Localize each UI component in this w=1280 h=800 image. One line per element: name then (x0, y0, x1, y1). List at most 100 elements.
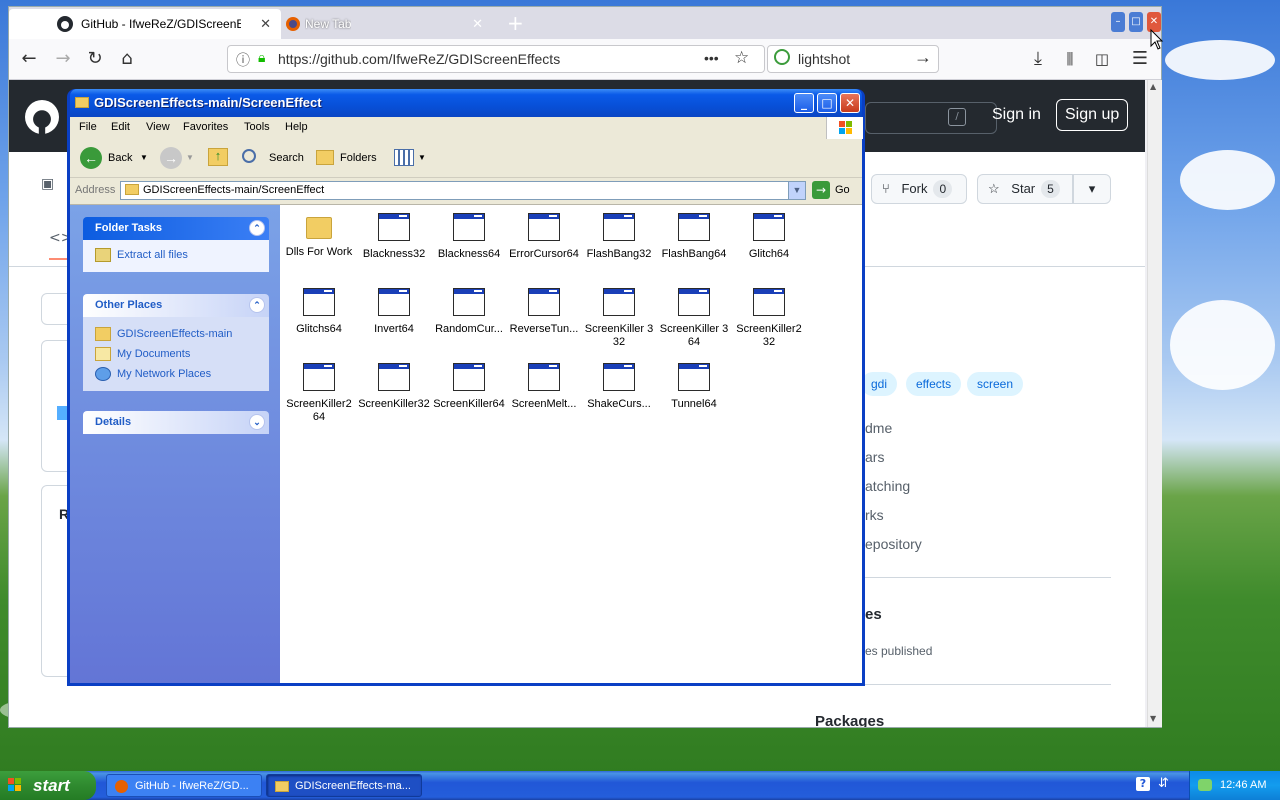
safely-remove-icon[interactable]: ⇵ (1158, 776, 1169, 791)
up-folder-button[interactable]: ↑ (208, 146, 232, 170)
address-value[interactable]: GDIScreenEffects-main/ScreenEffect (143, 182, 324, 199)
report-repository-link[interactable]: epository (865, 536, 922, 552)
info-icon[interactable]: ⓘ (236, 50, 250, 70)
forks-link[interactable]: rks (865, 507, 884, 523)
back-icon[interactable]: ← (17, 47, 41, 71)
taskbar-item-explorer[interactable]: GDIScreenEffects-ma... (266, 774, 422, 797)
sign-in-link[interactable]: Sign in (992, 106, 1041, 124)
menu-favorites[interactable]: Favorites (183, 121, 228, 133)
search-input[interactable]: lightshot (798, 51, 850, 67)
menu-view[interactable]: View (146, 121, 170, 133)
url-text[interactable]: https://github.com/IfweReZ/GDIScreenEffe… (278, 51, 560, 67)
file-item[interactable]: ScreenKiller 3 32 (582, 288, 656, 349)
file-item[interactable]: ScreenKiller2 64 (282, 363, 356, 424)
page-scrollbar[interactable]: ▲ ▼ (1147, 80, 1162, 727)
file-item[interactable]: FlashBang32 (582, 213, 656, 261)
tab-new-tab[interactable]: New Tab ✕ (281, 9, 493, 39)
file-item[interactable]: Invert64 (357, 288, 431, 336)
page-actions-icon[interactable]: ••• (704, 50, 719, 66)
file-item[interactable]: Tunnel64 (657, 363, 731, 411)
close-tab-icon[interactable]: ✕ (472, 9, 483, 39)
details-header[interactable]: Details ⌄ (83, 411, 269, 434)
star-dropdown[interactable]: ▾ (1073, 174, 1111, 204)
new-tab-button[interactable]: + (507, 9, 527, 37)
fork-button[interactable]: ⑂ Fork 0 (871, 174, 967, 204)
sidebar-icon[interactable]: ◫ (1090, 47, 1114, 71)
file-item[interactable]: Glitch64 (732, 213, 806, 261)
network-icon[interactable] (1198, 779, 1212, 791)
file-item[interactable]: ScreenKiller32 (357, 363, 431, 411)
help-icon[interactable]: ? (1136, 777, 1150, 791)
bookmark-star-icon[interactable]: ☆ (734, 48, 749, 68)
close-tab-icon[interactable]: ✕ (260, 9, 271, 39)
place-link-my-network-places[interactable]: My Network Places (95, 365, 269, 385)
file-item[interactable]: ReverseTun... (507, 288, 581, 336)
file-item[interactable]: ScreenKiller64 (432, 363, 506, 411)
menu-edit[interactable]: Edit (111, 121, 130, 133)
taskbar-item-firefox[interactable]: GitHub - IfweReZ/GD... (106, 774, 262, 797)
extract-all-files-link[interactable]: Extract all files (95, 246, 269, 266)
other-places-header[interactable]: Other Places ⌃ (83, 294, 269, 317)
topic-tag[interactable]: screen (967, 372, 1024, 396)
downloads-icon[interactable]: ⤓ (1026, 47, 1050, 71)
address-input[interactable]: GDIScreenEffects-main/ScreenEffect ▼ (120, 181, 806, 200)
star-button[interactable]: ☆ Star 5 (977, 174, 1073, 204)
back-arrow-icon: ← (80, 147, 102, 169)
stars-link[interactable]: ars (865, 449, 884, 465)
collapse-icon[interactable]: ⌃ (249, 220, 265, 236)
scroll-down-icon[interactable]: ▼ (1150, 714, 1156, 723)
file-item[interactable]: RandomCur... (432, 288, 506, 336)
library-icon[interactable]: ⫼ (1058, 47, 1082, 71)
views-button[interactable]: ▼ (392, 146, 428, 170)
folders-button[interactable]: Folders (314, 146, 380, 170)
github-logo-icon[interactable] (25, 100, 59, 134)
address-dropdown-icon[interactable]: ▼ (788, 182, 805, 199)
reload-icon[interactable]: ↻ (83, 47, 107, 71)
menu-help[interactable]: Help (285, 121, 308, 133)
topic-tag[interactable]: gdi (861, 372, 898, 396)
maximize-button[interactable]: □ (1129, 12, 1143, 32)
tab-github[interactable]: GitHub - IfweReZ/GDIScreenEffects ✕ (9, 9, 281, 39)
watching-link[interactable]: atching (865, 478, 910, 494)
dropdown-arrow-icon[interactable]: ▼ (140, 146, 148, 170)
folder-item[interactable]: Dlls For Work (282, 213, 356, 259)
file-name: Invert64 (374, 323, 414, 335)
readme-link[interactable]: dme (865, 420, 892, 436)
forward-icon[interactable]: → (51, 47, 75, 71)
sign-up-button[interactable]: Sign up (1056, 99, 1129, 131)
folder-tasks-header[interactable]: Folder Tasks ⌃ (83, 217, 269, 240)
file-item[interactable]: ErrorCursor64 (507, 213, 581, 261)
search-button[interactable]: Search (242, 146, 306, 170)
file-item[interactable]: ScreenKiller2 32 (732, 288, 806, 349)
file-item[interactable]: Blackness64 (432, 213, 506, 261)
topic-tag[interactable]: effects (906, 372, 962, 396)
place-link-gdiscreeneffects[interactable]: GDIScreenEffects-main (95, 325, 269, 345)
place-link-my-documents[interactable]: My Documents (95, 345, 269, 365)
back-button[interactable]: ← Back ▼ (80, 146, 150, 170)
minimize-button[interactable]: – (1111, 12, 1125, 32)
maximize-button[interactable]: □ (817, 93, 837, 113)
menu-file[interactable]: File (79, 121, 97, 133)
start-button[interactable]: start (0, 771, 96, 800)
forward-button[interactable]: → ▼ (158, 146, 198, 170)
minimize-button[interactable]: _ (794, 93, 814, 113)
go-arrow-icon[interactable]: → (914, 47, 932, 68)
search-bar[interactable]: lightshot → (767, 45, 939, 73)
github-search-input[interactable]: / (865, 102, 997, 134)
close-button[interactable]: ✕ (840, 93, 860, 113)
file-item[interactable]: ShakeCurs... (582, 363, 656, 411)
home-icon[interactable]: ⌂ (115, 47, 139, 71)
menu-tools[interactable]: Tools (244, 121, 270, 133)
expand-icon[interactable]: ⌄ (249, 414, 265, 430)
menu-icon[interactable]: ☰ (1128, 47, 1152, 71)
file-item[interactable]: ScreenKiller 3 64 (657, 288, 731, 349)
file-item[interactable]: Blackness32 (357, 213, 431, 261)
url-bar[interactable]: ⓘ 🔒︎ https://github.com/IfweReZ/GDIScree… (227, 45, 765, 73)
collapse-icon[interactable]: ⌃ (249, 297, 265, 313)
scroll-up-icon[interactable]: ▲ (1150, 82, 1156, 91)
file-item[interactable]: FlashBang64 (657, 213, 731, 261)
go-button[interactable]: → Go (812, 181, 858, 200)
file-item[interactable]: ScreenMelt... (507, 363, 581, 411)
explorer-titlebar[interactable]: GDIScreenEffects-main/ScreenEffect _ □ ✕ (70, 89, 862, 117)
file-item[interactable]: Glitchs64 (282, 288, 356, 336)
